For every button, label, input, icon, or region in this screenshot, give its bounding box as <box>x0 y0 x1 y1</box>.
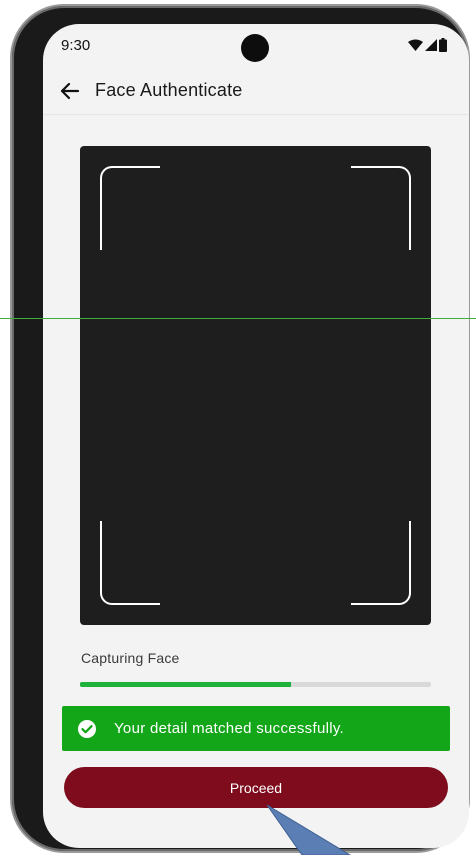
signal-icon <box>425 39 437 51</box>
status-bar: 9:30 <box>43 24 469 70</box>
front-camera <box>241 34 269 62</box>
page-title: Face Authenticate <box>95 80 243 100</box>
pointer-arrow-icon <box>266 805 351 855</box>
wifi-icon <box>408 39 423 51</box>
camera-preview <box>80 146 431 625</box>
frame-corner-top-right <box>351 166 411 250</box>
frame-corner-bottom-right <box>351 521 411 605</box>
success-message: Your detail matched successfully. <box>114 720 345 737</box>
progress-bar <box>80 682 431 687</box>
phone-frame: 9:30 Face Authenticate Capturing Face Yo… <box>12 6 469 851</box>
app-bar-divider <box>43 114 469 115</box>
battery-icon <box>439 38 447 52</box>
success-banner: Your detail matched successfully. <box>62 706 450 751</box>
app-bar: Face Authenticate <box>43 70 469 114</box>
progress-label: Capturing Face <box>81 650 180 666</box>
phone-screen: 9:30 Face Authenticate Capturing Face Yo… <box>43 24 469 848</box>
frame-corner-bottom-left <box>100 521 160 605</box>
back-button[interactable] <box>57 78 83 104</box>
status-icons <box>408 38 447 52</box>
status-time: 9:30 <box>61 37 91 54</box>
arrow-left-icon <box>60 82 80 100</box>
progress-fill <box>80 682 291 687</box>
check-circle-icon <box>78 719 96 738</box>
proceed-button[interactable]: Proceed <box>64 767 448 808</box>
frame-corner-top-left <box>100 166 160 250</box>
scan-line <box>0 318 476 319</box>
